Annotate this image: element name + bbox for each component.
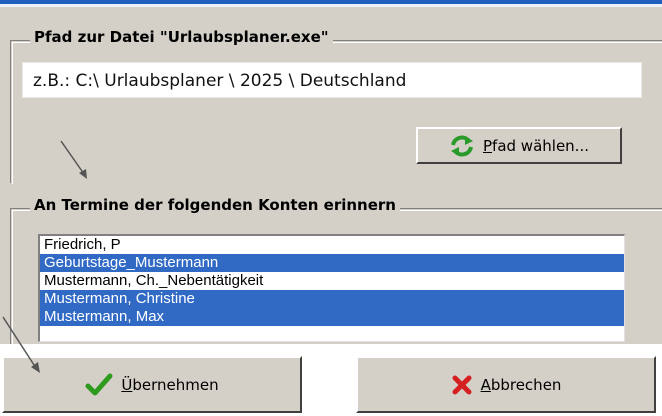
list-item[interactable]: Geburtstage_Mustermann — [40, 254, 624, 272]
accounts-listbox[interactable]: Friedrich, P Geburtstage_Mustermann Must… — [38, 234, 625, 342]
cancel-mnemonic: A — [480, 375, 491, 394]
list-item[interactable]: Mustermann, Max — [40, 308, 624, 326]
path-group-title: Pfad zur Datei "Urlaubsplaner.exe" — [30, 28, 333, 46]
ok-mnemonic: Ü — [121, 375, 133, 394]
list-item[interactable]: Mustermann, Ch._Nebentätigkeit — [40, 272, 624, 290]
refresh-icon — [449, 135, 475, 157]
settings-dialog: Pfad zur Datei "Urlaubsplaner.exe" z.B.:… — [0, 0, 662, 416]
annotation-arrow-icon — [2, 316, 40, 373]
checkmark-icon — [85, 373, 113, 397]
ok-label-rest: bernehmen — [132, 375, 219, 394]
cancel-label-rest: bbrechen — [490, 375, 562, 394]
cross-icon — [451, 374, 473, 396]
choose-path-button[interactable]: Pfad wählen... — [416, 127, 622, 164]
ok-button[interactable]: Übernehmen — [2, 356, 302, 413]
list-item[interactable]: Mustermann, Christine — [40, 290, 624, 308]
accounts-group-title: An Termine der folgenden Konten erinnern — [30, 196, 400, 214]
cancel-button-label: Abbrechen — [481, 376, 562, 394]
choose-path-label-rest: fad wählen... — [492, 136, 589, 155]
annotation-arrow-icon — [60, 140, 87, 179]
choose-path-mnemonic: P — [483, 136, 493, 155]
choose-path-label: Pfad wählen... — [483, 137, 589, 155]
list-item[interactable]: Friedrich, P — [40, 236, 624, 254]
title-bar-fade — [0, 4, 662, 7]
cancel-button[interactable]: Abbrechen — [356, 356, 656, 413]
path-field[interactable]: z.B.: C:\ Urlaubsplaner \ 2025 \ Deutsch… — [22, 62, 642, 98]
ok-button-label: Übernehmen — [121, 376, 218, 394]
